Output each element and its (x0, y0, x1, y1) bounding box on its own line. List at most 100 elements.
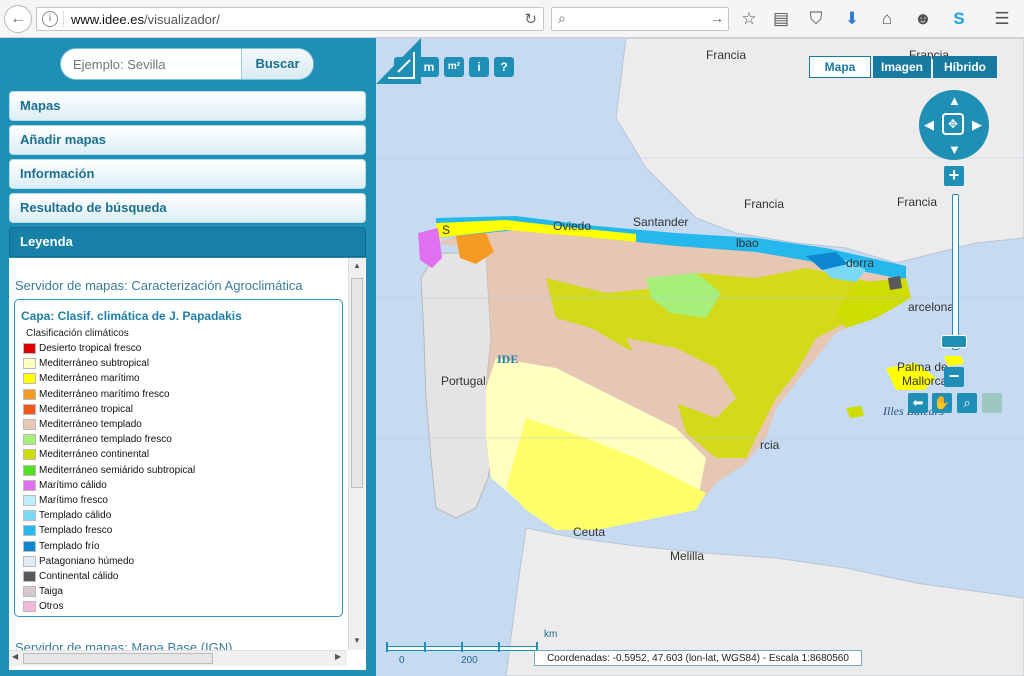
legend-label: Otros (39, 601, 64, 613)
legend-horizontal-scrollbar[interactable]: ◀ ▶ (9, 650, 347, 666)
legend-swatch (23, 510, 36, 522)
reading-list-icon[interactable]: ▤ (770, 8, 792, 30)
legend-label: Mediterráneo templado (39, 419, 142, 431)
search-button[interactable]: Buscar (241, 49, 313, 79)
bookmark-star-icon[interactable]: ☆ (738, 8, 760, 30)
legend-item: Desierto tropical fresco (23, 343, 141, 357)
legend-label: Patagoniano húmedo (39, 555, 135, 567)
zoom-in-icon[interactable]: + (944, 166, 964, 186)
pan-control[interactable]: ▲ ▼ ◀ ▶ ✥ (919, 90, 989, 160)
scroll-thumb[interactable] (351, 278, 363, 488)
download-icon[interactable]: ⬇ (841, 8, 863, 30)
home-icon[interactable]: ⌂ (876, 8, 898, 30)
pocket-icon[interactable]: ⛉ (805, 8, 827, 30)
search-icon: ⌕ (558, 10, 566, 26)
next-server-title: Servidor de mapas: Mapa Base (IGN) (15, 640, 233, 650)
reload-icon[interactable]: ↻ (524, 10, 537, 28)
hand-pan-icon[interactable]: ✋ (932, 393, 952, 413)
maptype-imagen[interactable]: Imagen (873, 56, 931, 78)
legend-vertical-scrollbar[interactable]: ▲ ▼ (348, 258, 365, 650)
scroll-up-icon[interactable]: ▲ (349, 261, 365, 270)
legend-item: Mediterráneo marítimo (23, 373, 140, 387)
section-resultado-busqueda[interactable]: Resultado de búsqueda (9, 193, 366, 223)
place-search-input[interactable] (71, 56, 235, 73)
legend-label: Mediterráneo continental (39, 449, 150, 461)
legend-swatch (23, 525, 36, 537)
measure-length-icon[interactable]: m (419, 57, 439, 77)
next-view-icon[interactable] (982, 393, 1002, 413)
url-text[interactable]: www.idee.es/visualizador/ (71, 12, 220, 27)
legend-label: Templado frío (39, 540, 100, 552)
scale-tick (498, 642, 500, 652)
maptype-hibrido[interactable]: Híbrido (933, 56, 997, 78)
hscroll-thumb[interactable] (23, 653, 213, 664)
legend-item: Taiga (23, 586, 63, 600)
url-bar[interactable]: i www.idee.es/visualizador/ ↻ (36, 7, 544, 31)
zoom-out-icon[interactable]: − (944, 367, 964, 387)
info-tool-icon[interactable]: i (469, 57, 489, 77)
layer-title: Capa: Clasif. climática de J. Papadakis (21, 309, 242, 323)
section-mapas[interactable]: Mapas (9, 91, 366, 121)
pan-up-icon[interactable]: ▲ (948, 94, 961, 107)
legend-label: Taiga (39, 586, 63, 598)
zoom-box-icon[interactable]: ⌕ (957, 393, 977, 413)
label-melilla: Melilla (670, 549, 705, 563)
legend-label: Mediterráneo marítimo (39, 373, 140, 385)
legend-item: Templado frío (23, 540, 100, 555)
overview-toggle-icon[interactable] (376, 38, 421, 84)
legend-swatch (23, 540, 36, 552)
url-path: /visualizador/ (143, 12, 220, 27)
scroll-left-icon[interactable]: ◀ (12, 652, 18, 661)
island-ibiza (846, 406, 864, 418)
legend-swatch (23, 388, 36, 400)
legend-item: Mediterráneo continental (23, 449, 149, 463)
legend-swatch (23, 343, 36, 354)
legend-label: Mediterráneo subtropical (39, 358, 150, 370)
info-icon[interactable]: i (42, 11, 58, 27)
go-arrow-icon[interactable]: → (710, 10, 724, 26)
scale-tick (424, 642, 426, 652)
maptype-mapa[interactable]: Mapa (809, 56, 871, 78)
scroll-down-icon[interactable]: ▼ (349, 636, 365, 645)
menu-icon[interactable]: ☰ (991, 8, 1013, 30)
legend-swatch (23, 358, 36, 370)
legend-swatch (23, 373, 36, 385)
back-icon[interactable]: ← (4, 5, 32, 33)
map-view[interactable]: Francia Francia Francia Francia Santande… (376, 38, 1024, 676)
legend-label: Mediterráneo templado fresco (39, 434, 172, 446)
legend-swatch (23, 479, 36, 491)
legend-content[interactable]: Servidor de mapas: Caracterización Agroc… (9, 258, 347, 650)
scroll-right-icon[interactable]: ▶ (335, 652, 341, 661)
pan-down-icon[interactable]: ▼ (948, 143, 961, 156)
measure-area-icon[interactable]: m² (444, 57, 464, 77)
section-leyenda[interactable]: Leyenda (9, 227, 366, 257)
label-francia-1: Francia (706, 48, 747, 62)
help-icon[interactable]: ? (494, 57, 514, 77)
zoom-handle[interactable] (941, 335, 967, 348)
browser-toolbar: ← i www.idee.es/visualizador/ ↻ ⌕ → ☆ ▤ … (0, 0, 1024, 38)
legend-label: Mediterráneo tropical (39, 403, 133, 415)
legend-item: Marítimo fresco (23, 495, 108, 509)
section-anadir-mapas[interactable]: Añadir mapas (9, 125, 366, 155)
label-francia-3: Francia (744, 197, 785, 211)
pan-left-icon[interactable]: ◀ (924, 118, 934, 131)
section-informacion[interactable]: Información (9, 159, 366, 189)
legend-swatch (23, 571, 36, 582)
layer-box: Capa: Clasif. climática de J. Papadakis … (14, 299, 343, 617)
place-search: Buscar (61, 49, 313, 79)
previous-view-icon[interactable]: ⬅ (908, 393, 928, 413)
skype-icon[interactable]: S (948, 8, 970, 30)
legend-panel: Servidor de mapas: Caracterización Agroc… (9, 258, 366, 670)
browser-search-bar[interactable]: ⌕ → (551, 7, 729, 31)
pan-center-icon[interactable]: ✥ (942, 113, 964, 135)
zoom-slider[interactable] (952, 194, 959, 350)
chat-icon[interactable]: ☻ (912, 8, 934, 30)
label-santander: Santander (633, 215, 689, 229)
legend-label: Continental cálido (39, 571, 119, 583)
label-portugal: Portugal (441, 374, 486, 388)
legend-item: Otros (23, 601, 63, 615)
legend-item: Marítimo cálido (23, 479, 107, 494)
label-ceuta: Ceuta (573, 525, 606, 539)
pan-right-icon[interactable]: ▶ (972, 118, 982, 131)
legend-label: Marítimo cálido (39, 479, 107, 491)
